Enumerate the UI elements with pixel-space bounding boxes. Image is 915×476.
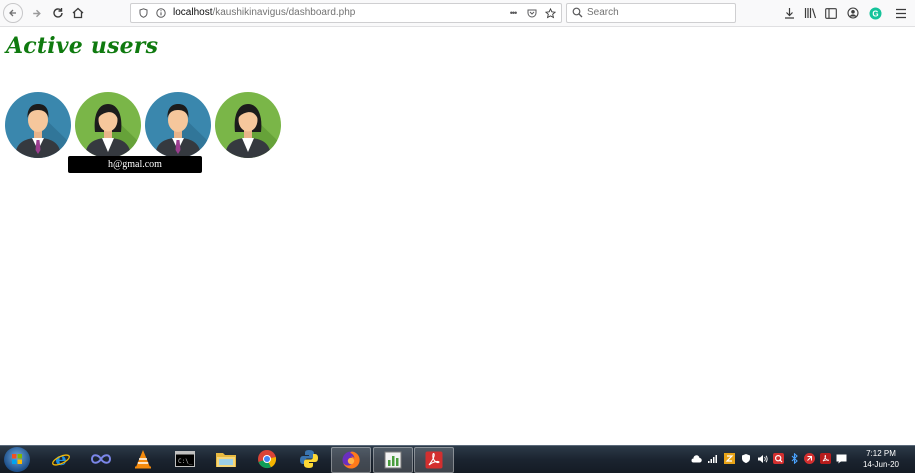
taskbar-firefox[interactable]	[331, 447, 371, 473]
reload-button[interactable]	[48, 3, 68, 23]
library-button[interactable]	[800, 3, 820, 23]
taskbar-acrobat[interactable]	[414, 447, 454, 473]
user-avatar-male[interactable]	[5, 92, 71, 158]
forward-arrow-icon	[32, 9, 41, 17]
onedrive-icon[interactable]	[691, 453, 702, 464]
back-button[interactable]	[3, 3, 23, 23]
user-avatar-female[interactable]	[75, 92, 141, 158]
tray-app-q-icon[interactable]	[773, 453, 784, 464]
male-user-icon	[145, 92, 211, 158]
home-icon	[72, 7, 84, 19]
signal-strength-icon[interactable]	[708, 453, 719, 464]
python-icon	[300, 450, 318, 468]
library-icon	[804, 8, 816, 19]
user-avatar-female[interactable]	[215, 92, 281, 158]
user-email-tooltip: h@gmal.com	[68, 156, 202, 173]
clock-date: 14-Jun-20	[862, 460, 900, 469]
bluetooth-icon[interactable]	[789, 453, 800, 464]
account-button[interactable]	[843, 3, 863, 23]
svg-text:C:\_: C:\_	[178, 458, 193, 465]
sidebar-icon	[825, 7, 837, 19]
action-center-icon[interactable]	[836, 453, 847, 464]
taskbar-internet-explorer[interactable]: e	[42, 447, 80, 471]
account-icon	[847, 7, 859, 19]
home-button[interactable]	[68, 3, 88, 23]
clock-time: 7:12 PM	[866, 449, 896, 458]
command-prompt-icon: C:\_	[175, 451, 195, 467]
menu-button[interactable]	[891, 3, 911, 23]
female-user-icon	[75, 92, 141, 158]
taskbar-spreadsheet-app[interactable]	[373, 447, 413, 473]
taskbar-command-prompt[interactable]: C:\_	[166, 447, 204, 471]
taskbar-app-infinity[interactable]	[82, 447, 120, 471]
svg-text:e: e	[55, 449, 66, 469]
female-user-icon	[215, 92, 281, 158]
folder-icon	[216, 453, 236, 467]
grammarly-icon: G	[869, 7, 881, 19]
back-arrow-icon	[9, 9, 16, 17]
windows-logo-icon	[12, 454, 22, 464]
forward-button[interactable]	[26, 3, 46, 23]
taskbar-python[interactable]	[290, 447, 328, 471]
taskbar-file-explorer[interactable]	[207, 447, 245, 471]
download-icon	[784, 8, 794, 19]
svg-text:G: G	[872, 9, 878, 18]
info-icon[interactable]	[154, 4, 168, 22]
pocket-icon[interactable]	[525, 4, 539, 22]
downloads-button[interactable]	[779, 3, 799, 23]
search-bar[interactable]: Search	[566, 3, 736, 23]
grammarly-button[interactable]: G	[865, 3, 885, 23]
url-path: /kaushikinavigus/dashboard.php	[212, 7, 356, 18]
acrobat-pdf-icon	[425, 451, 443, 469]
search-icon	[572, 7, 583, 18]
url-text[interactable]: localhost/kaushikinavigus/dashboard.php	[173, 7, 355, 18]
browser-toolbar: localhost/kaushikinavigus/dashboard.php …	[0, 0, 915, 27]
tray-app-z-icon[interactable]	[724, 453, 735, 464]
infinity-icon	[90, 454, 112, 464]
firefox-icon	[342, 451, 360, 469]
reload-icon	[53, 8, 63, 18]
sidebar-button[interactable]	[821, 3, 841, 23]
page-title: Active users	[6, 33, 159, 59]
internet-explorer-icon: e	[52, 449, 70, 469]
vlc-cone-icon	[135, 450, 151, 469]
taskbar-vlc[interactable]	[124, 447, 162, 471]
system-clock[interactable]: 7:12 PM 14-Jun-20	[854, 448, 908, 470]
volume-icon[interactable]	[757, 453, 768, 464]
windows-taskbar: e C:\_ 7:12 PM 14-Jun-20	[0, 445, 915, 473]
search-placeholder: Search	[587, 7, 619, 18]
male-user-icon	[5, 92, 71, 158]
spreadsheet-chart-icon	[384, 451, 402, 469]
address-bar[interactable]: localhost/kaushikinavigus/dashboard.php …	[130, 3, 562, 23]
shield-icon[interactable]	[136, 4, 150, 22]
tray-app-red-icon[interactable]	[804, 453, 815, 464]
url-host: localhost	[173, 7, 213, 18]
hamburger-menu-icon	[896, 8, 906, 18]
page-actions-icon[interactable]: •••	[505, 4, 521, 22]
user-avatar-male[interactable]	[145, 92, 211, 158]
taskbar-chrome[interactable]	[248, 447, 286, 471]
start-button[interactable]	[4, 447, 30, 472]
tray-app-pdf-icon[interactable]	[820, 453, 831, 464]
chrome-icon	[258, 450, 277, 469]
bookmark-star-icon[interactable]	[543, 4, 557, 22]
tray-app-shield-icon[interactable]	[740, 453, 751, 464]
